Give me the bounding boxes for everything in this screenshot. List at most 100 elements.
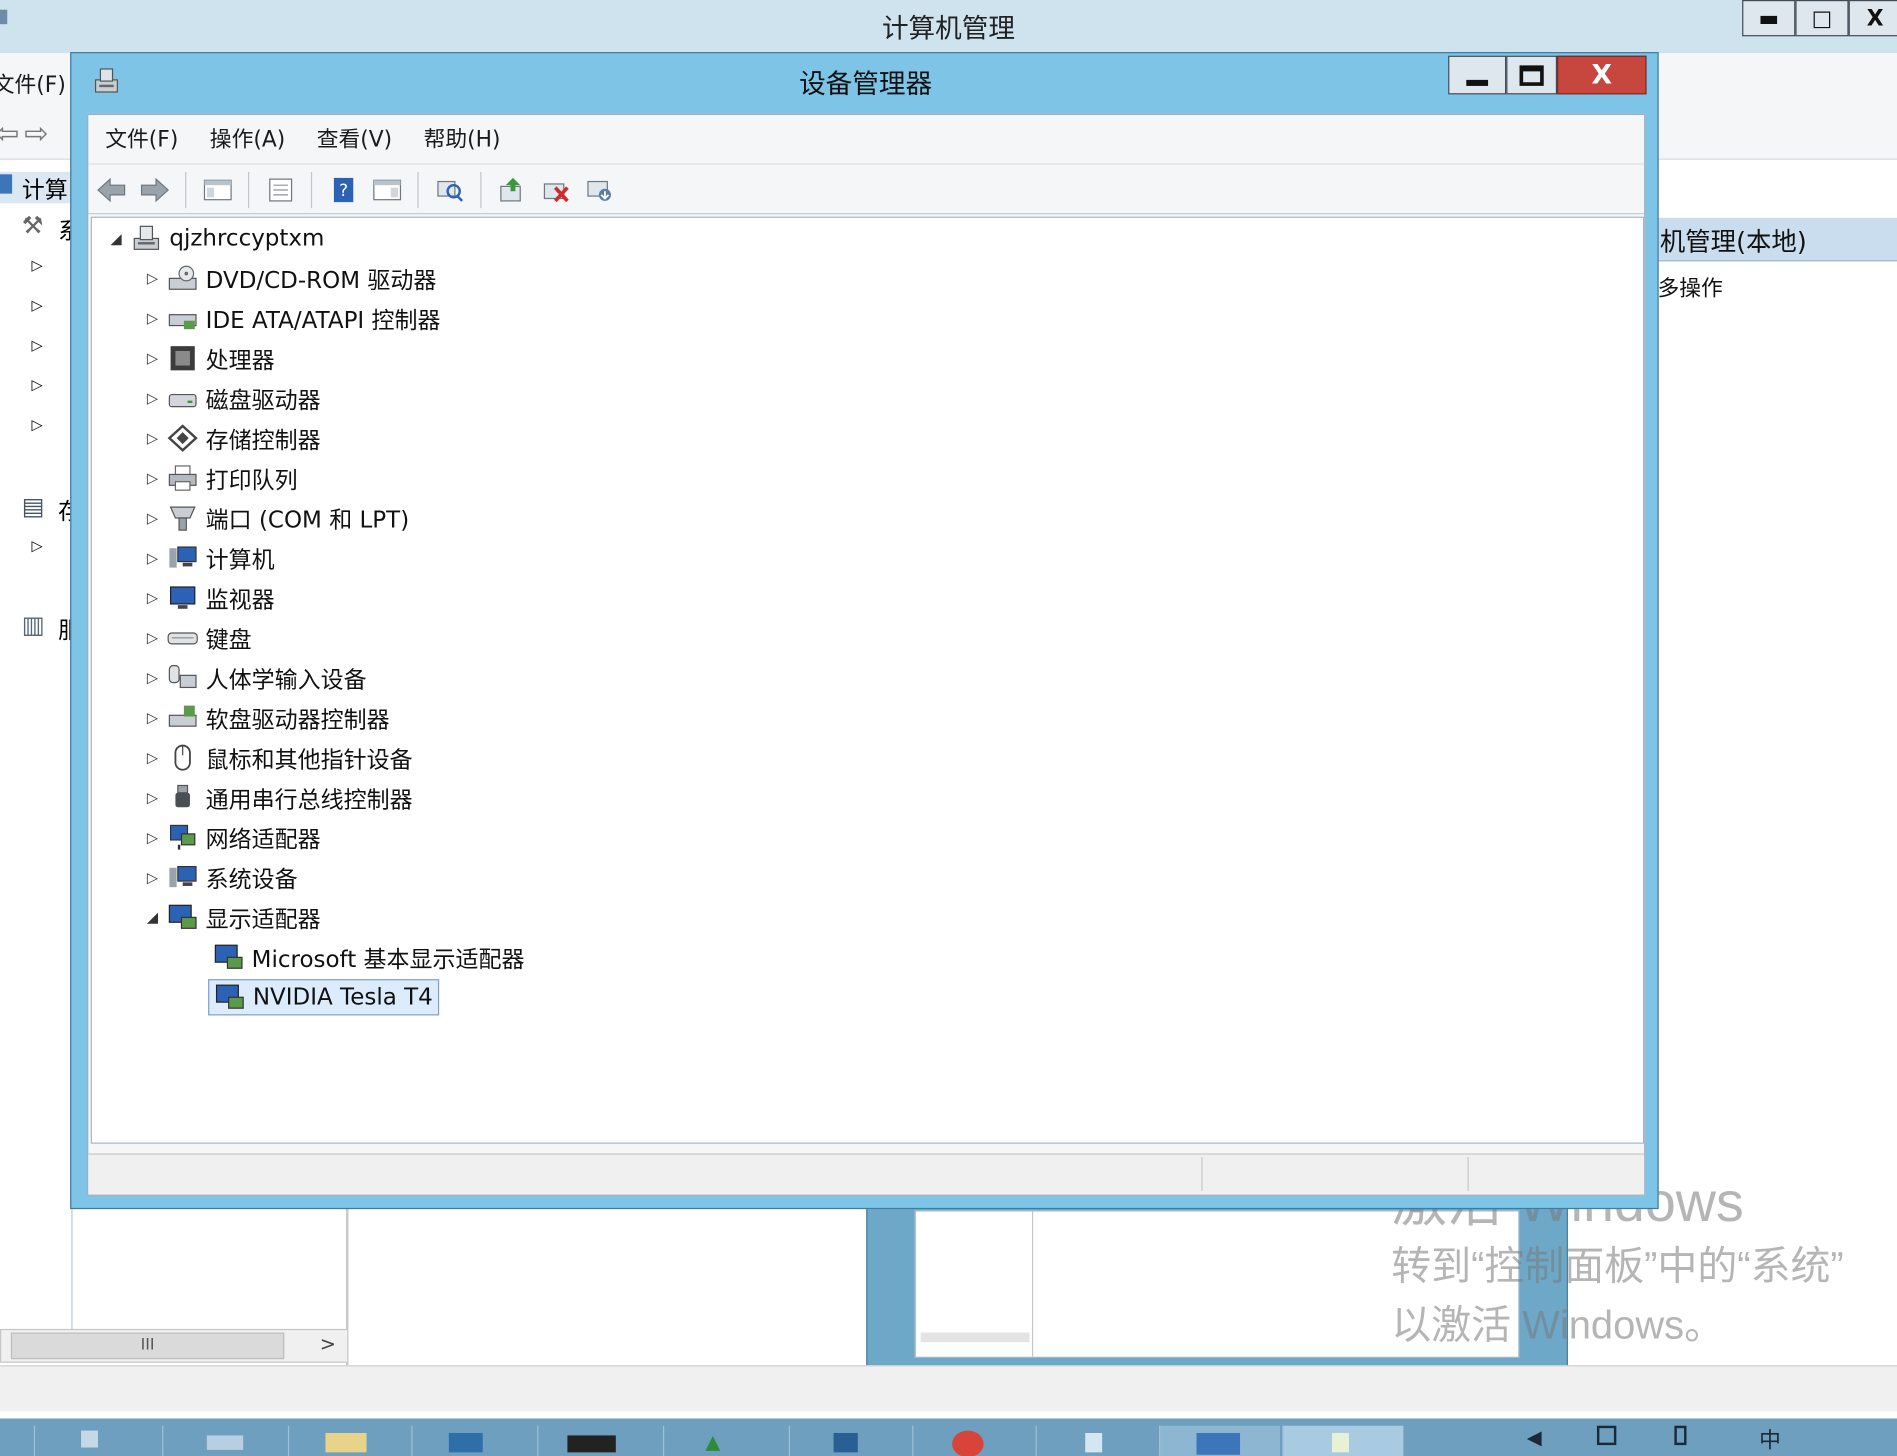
taskbar-item[interactable] (287, 1425, 409, 1456)
display-adapter-item[interactable]: Microsoft 基本显示适配器 (213, 939, 524, 975)
bg-arrow-icon[interactable]: ▷ (31, 376, 42, 393)
tree-category[interactable]: ▷ 网络适配器 (143, 819, 321, 855)
status-divider (1201, 1157, 1203, 1191)
tree-category[interactable]: ▷ 磁盘驱动器 (143, 380, 321, 416)
menu-help[interactable]: 帮助(H) (424, 122, 501, 153)
tree-category[interactable]: ▷ 通用串行总线控制器 (143, 779, 413, 815)
expand-arrow-icon[interactable]: ▷ (143, 270, 162, 287)
expand-arrow-icon[interactable]: ▷ (143, 310, 162, 327)
show-hide-tree-button[interactable] (202, 175, 233, 204)
tree-category[interactable]: ▷ 键盘 (143, 620, 252, 656)
expand-arrow-icon[interactable]: ▷ (143, 709, 162, 726)
expand-arrow-icon[interactable]: ▷ (143, 510, 162, 527)
taskbar-item[interactable] (788, 1425, 910, 1456)
expand-arrow-icon[interactable]: ▷ (143, 789, 162, 806)
taskbar-item[interactable] (33, 1425, 155, 1456)
watermark-line3: 以激活 Windows。 (1391, 1302, 1725, 1348)
forward-button[interactable] (139, 175, 170, 204)
collapse-arrow-icon[interactable]: ◢ (143, 909, 162, 926)
tree-category[interactable]: ▷ 软盘驱动器控制器 (143, 700, 390, 736)
port-icon (167, 503, 198, 532)
expand-arrow-icon[interactable]: ▷ (143, 589, 162, 606)
taskbar-item[interactable] (411, 1425, 532, 1456)
watermark-line2: 转到“控制面板”中的“系统” (1391, 1242, 1844, 1288)
bg-back-icon[interactable]: ⇦ (0, 116, 19, 150)
bg-window-titlebar[interactable]: 计算机管理 ▬ □ X (0, 0, 1897, 54)
tree-category[interactable]: ▷ 鼠标和其他指针设备 (143, 739, 413, 775)
scan-hardware-button[interactable] (434, 175, 465, 204)
disable-device-button[interactable] (584, 175, 615, 204)
help-button[interactable]: ? (328, 175, 359, 204)
tree-category[interactable]: ▷ 存储控制器 (143, 420, 321, 456)
expand-arrow-icon[interactable]: ▷ (143, 829, 162, 846)
bg-arrow-icon[interactable]: ▷ (31, 336, 42, 353)
expand-arrow-icon[interactable]: ▷ (143, 470, 162, 487)
properties-button[interactable] (265, 175, 296, 204)
bg-child-divider (1031, 1211, 1034, 1357)
tree-category[interactable]: ▷ DVD/CD-ROM 驱动器 (143, 260, 436, 296)
tree-category[interactable]: ▷ 计算机 (143, 540, 275, 576)
bg-scroll-thumb[interactable]: III (10, 1332, 285, 1360)
bg-maximize-button[interactable]: □ (1795, 0, 1849, 37)
menu-file[interactable]: 文件(F) (105, 122, 178, 153)
speaker-icon[interactable]: ◀ (1527, 1426, 1542, 1449)
flag-tray-icon[interactable] (1674, 1425, 1687, 1446)
tree-category[interactable]: ▷ 打印队列 (143, 460, 298, 496)
tree-category[interactable]: ◢ 显示适配器 (143, 899, 321, 935)
bg-close-button[interactable]: X (1848, 0, 1897, 37)
taskbar-item[interactable] (1035, 1425, 1157, 1456)
tree-category[interactable]: ▷ IDE ATA/ATAPI 控制器 (143, 300, 441, 336)
network-tray-icon[interactable] (1596, 1425, 1617, 1446)
taskbar-item[interactable]: ▲ (662, 1425, 784, 1456)
minimize-button[interactable] (1448, 55, 1507, 95)
expand-arrow-icon[interactable]: ▷ (143, 549, 162, 566)
tree-category[interactable]: ▷ 系统设备 (143, 859, 298, 895)
bg-child-scrollbar[interactable] (920, 1332, 1030, 1343)
dvd-drive-icon (167, 264, 198, 293)
device-tree[interactable]: ◢ qjzhrccyptxm ▷ DVD/CD-ROM 驱动器 ▷ IDE ATA/A… (90, 216, 1645, 1144)
taskbar-item[interactable] (1282, 1425, 1404, 1456)
taskbar-item[interactable] (912, 1425, 1033, 1456)
maximize-button[interactable] (1506, 55, 1558, 95)
tree-root-label: qjzhrccyptxm (169, 225, 325, 252)
taskbar-item-active[interactable] (1159, 1425, 1280, 1456)
expand-arrow-icon[interactable]: ▷ (143, 669, 162, 686)
tree-category-label: 监视器 (205, 586, 275, 614)
tree-category[interactable]: ▷ 端口 (COM 和 LPT) (143, 500, 409, 536)
bg-tree-root[interactable]: 计算 (0, 171, 73, 204)
expand-arrow-icon[interactable]: ▷ (143, 390, 162, 407)
display-adapter-item[interactable]: NVIDIA Tesla T4 (208, 979, 439, 1016)
expand-arrow-icon[interactable]: ▷ (143, 749, 162, 766)
tree-root[interactable]: ◢ qjzhrccyptxm (106, 220, 325, 256)
close-button[interactable]: X (1557, 55, 1647, 95)
bg-arrow-icon[interactable]: ▷ (31, 297, 42, 314)
expand-arrow-icon[interactable]: ▷ (143, 629, 162, 646)
tree-category-label: 系统设备 (205, 865, 298, 893)
bg-arrow-icon[interactable]: ▷ (31, 257, 42, 274)
menu-view[interactable]: 查看(V) (317, 122, 392, 153)
menu-action[interactable]: 操作(A) (210, 122, 285, 153)
bg-more-actions[interactable]: 多操作 (1657, 271, 1722, 302)
back-button[interactable] (96, 175, 127, 204)
bg-forward-icon[interactable]: ⇨ (24, 116, 48, 150)
tree-category[interactable]: ▷ 监视器 (143, 580, 275, 616)
ime-tray-icon[interactable]: 中 (1759, 1423, 1781, 1454)
tree-category[interactable]: ▷ 人体学输入设备 (143, 660, 367, 696)
bg-arrow-icon[interactable]: ▷ (31, 537, 42, 554)
taskbar-item[interactable] (162, 1425, 283, 1456)
collapse-arrow-icon[interactable]: ◢ (106, 230, 125, 247)
tree-category[interactable]: ▷ 处理器 (143, 340, 275, 376)
bg-tools-icon: ⚒ (21, 210, 44, 240)
expand-arrow-icon[interactable]: ▷ (143, 869, 162, 886)
bg-menu-file[interactable]: 文件(F) (0, 68, 66, 99)
bg-arrow-icon[interactable]: ▷ (31, 416, 42, 433)
expand-arrow-icon[interactable]: ▷ (143, 430, 162, 447)
bg-minimize-button[interactable]: ▬ (1742, 0, 1796, 37)
bg-scroll-right-button[interactable]: > (313, 1333, 342, 1360)
bg-horizontal-scrollbar[interactable]: III > (0, 1328, 349, 1363)
taskbar-item[interactable] (537, 1425, 658, 1456)
action-pane-button[interactable] (371, 175, 402, 204)
expand-arrow-icon[interactable]: ▷ (143, 350, 162, 367)
update-driver-button[interactable] (497, 175, 528, 204)
uninstall-device-button[interactable] (541, 175, 572, 204)
